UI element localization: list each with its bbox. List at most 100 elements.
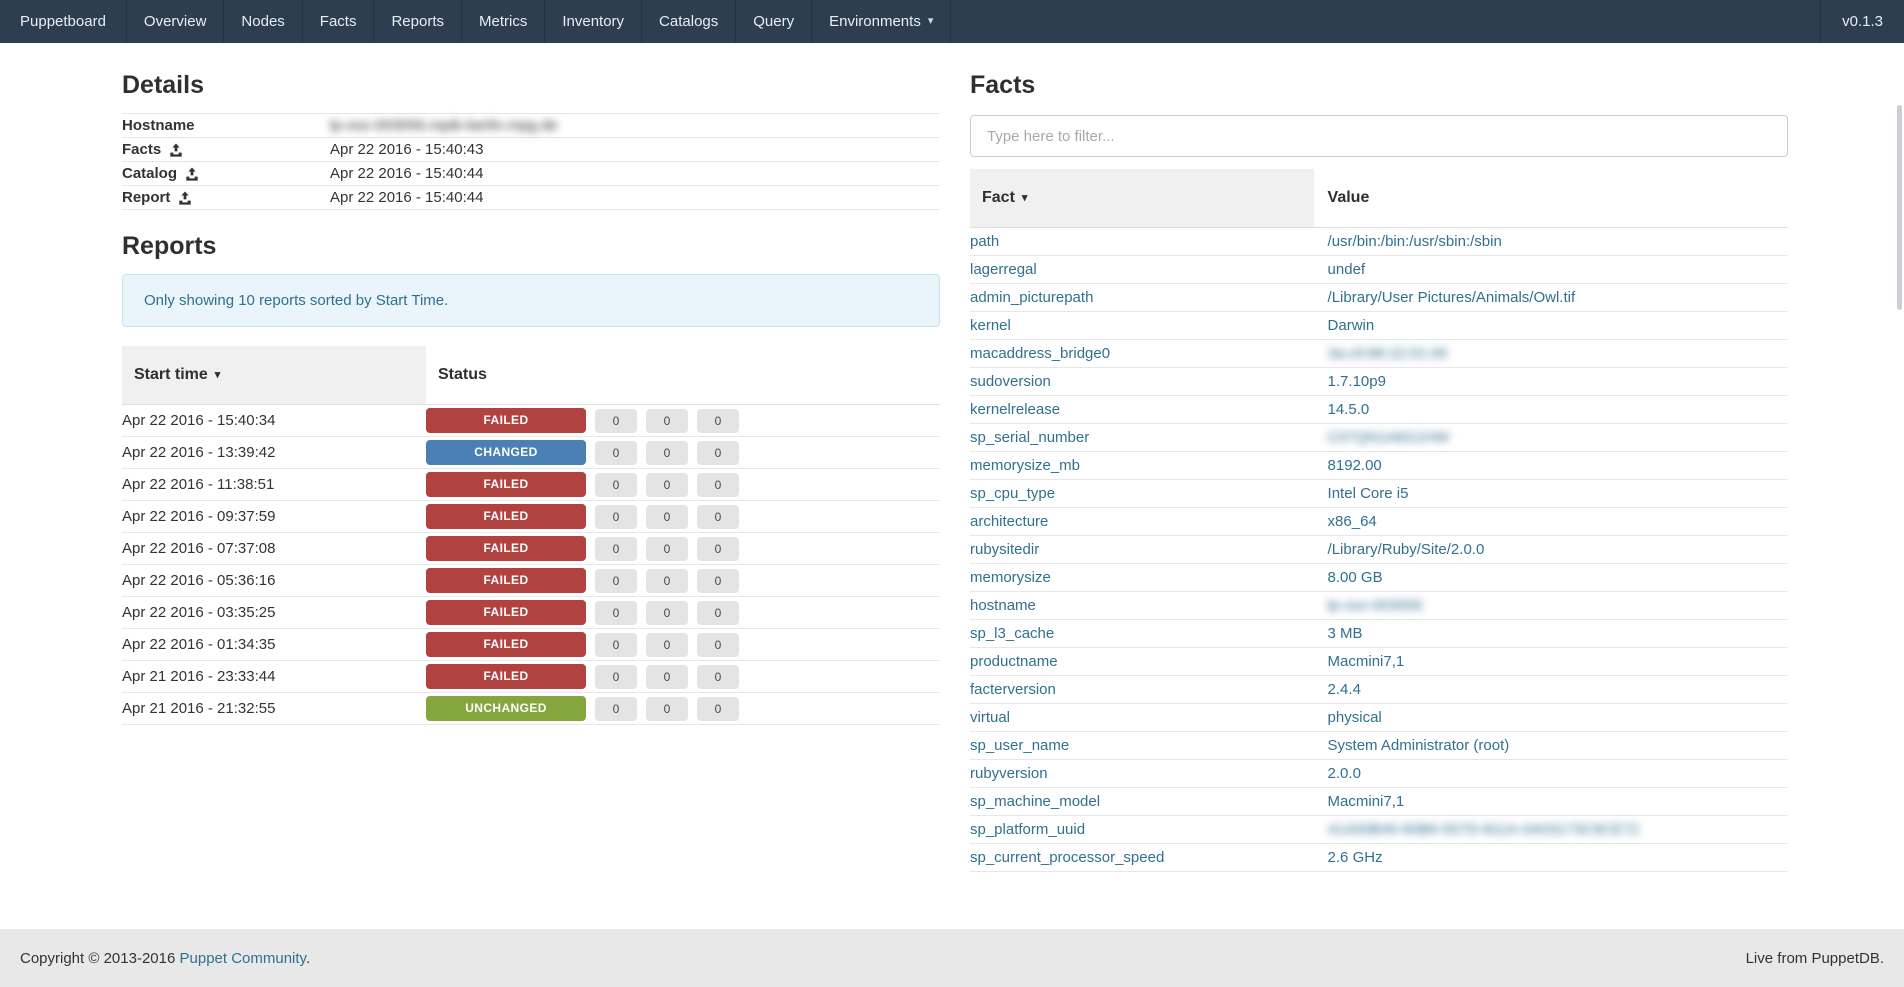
column-header-fact[interactable]: Fact▾ bbox=[970, 169, 1314, 228]
scrollbar-thumb[interactable] bbox=[1897, 105, 1902, 310]
fact-name-link[interactable]: sp_machine_model bbox=[970, 793, 1100, 810]
metric-count-button[interactable]: 0 bbox=[646, 441, 688, 465]
metric-count-button[interactable]: 0 bbox=[697, 409, 739, 433]
fact-value-link[interactable]: C07QN1A6G1HW bbox=[1328, 429, 1450, 446]
metric-count-button[interactable]: 0 bbox=[646, 633, 688, 657]
fact-name-link[interactable]: sp_cpu_type bbox=[970, 485, 1055, 502]
upload-icon[interactable] bbox=[169, 143, 183, 157]
metric-count-button[interactable]: 0 bbox=[595, 409, 637, 433]
fact-value-link[interactable]: 2.0.0 bbox=[1328, 765, 1361, 782]
report-status-badge[interactable]: FAILED bbox=[426, 536, 586, 561]
upload-icon[interactable] bbox=[185, 167, 199, 181]
report-status-badge[interactable]: UNCHANGED bbox=[426, 696, 586, 721]
nav-item-reports[interactable]: Reports bbox=[374, 0, 462, 43]
fact-name-link[interactable]: admin_picturepath bbox=[970, 289, 1093, 306]
puppet-community-link[interactable]: Puppet Community bbox=[180, 950, 306, 967]
metric-count-button[interactable]: 0 bbox=[595, 441, 637, 465]
fact-name-link[interactable]: rubyversion bbox=[970, 765, 1048, 782]
nav-item-inventory[interactable]: Inventory bbox=[545, 0, 642, 43]
fact-value-link[interactable]: Intel Core i5 bbox=[1328, 485, 1409, 502]
facts-filter-input[interactable] bbox=[970, 115, 1788, 157]
metric-count-button[interactable]: 0 bbox=[697, 473, 739, 497]
report-status-badge[interactable]: FAILED bbox=[426, 568, 586, 593]
fact-name-link[interactable]: memorysize_mb bbox=[970, 457, 1080, 474]
fact-name-link[interactable]: path bbox=[970, 233, 999, 250]
fact-name-link[interactable]: sudoversion bbox=[970, 373, 1051, 390]
fact-name-link[interactable]: sp_user_name bbox=[970, 737, 1069, 754]
fact-name-link[interactable]: hostname bbox=[970, 597, 1036, 614]
fact-value-link[interactable]: Macmini7,1 bbox=[1328, 653, 1405, 670]
metric-count-button[interactable]: 0 bbox=[697, 601, 739, 625]
fact-name-link[interactable]: sp_l3_cache bbox=[970, 625, 1054, 642]
column-header-start-time[interactable]: Start time▾ bbox=[122, 346, 426, 405]
column-header-value[interactable]: Value bbox=[1314, 169, 1788, 228]
fact-name-link[interactable]: sp_platform_uuid bbox=[970, 821, 1085, 838]
report-status-badge[interactable]: FAILED bbox=[426, 600, 586, 625]
fact-name-link[interactable]: rubysitedir bbox=[970, 541, 1039, 558]
nav-item-query[interactable]: Query bbox=[736, 0, 812, 43]
fact-value-link[interactable]: 2.4.4 bbox=[1328, 681, 1361, 698]
fact-name-link[interactable]: macaddress_bridge0 bbox=[970, 345, 1110, 362]
report-status-badge[interactable]: FAILED bbox=[426, 504, 586, 529]
metric-count-button[interactable]: 0 bbox=[697, 633, 739, 657]
metric-count-button[interactable]: 0 bbox=[697, 537, 739, 561]
metric-count-button[interactable]: 0 bbox=[595, 505, 637, 529]
fact-value-link[interactable]: /Library/Ruby/Site/2.0.0 bbox=[1328, 541, 1485, 558]
nav-item-overview[interactable]: Overview bbox=[127, 0, 225, 43]
fact-value-link[interactable]: Darwin bbox=[1328, 317, 1375, 334]
fact-name-link[interactable]: kernel bbox=[970, 317, 1011, 334]
report-status-badge[interactable]: FAILED bbox=[426, 472, 586, 497]
fact-value-link[interactable]: System Administrator (root) bbox=[1328, 737, 1510, 754]
nav-item-facts[interactable]: Facts bbox=[303, 0, 375, 43]
metric-count-button[interactable]: 0 bbox=[646, 697, 688, 721]
metric-count-button[interactable]: 0 bbox=[646, 537, 688, 561]
fact-name-link[interactable]: virtual bbox=[970, 709, 1010, 726]
metric-count-button[interactable]: 0 bbox=[646, 409, 688, 433]
metric-count-button[interactable]: 0 bbox=[697, 505, 739, 529]
fact-value-link[interactable]: 41A00B40-60B6-557D-811A-0A03173C9CE72 bbox=[1328, 821, 1640, 838]
upload-icon[interactable] bbox=[178, 191, 192, 205]
fact-value-link[interactable]: Macmini7,1 bbox=[1328, 793, 1405, 810]
nav-item-catalogs[interactable]: Catalogs bbox=[642, 0, 736, 43]
report-status-badge[interactable]: CHANGED bbox=[426, 440, 586, 465]
fact-name-link[interactable]: sp_serial_number bbox=[970, 429, 1089, 446]
metric-count-button[interactable]: 0 bbox=[646, 665, 688, 689]
nav-item-metrics[interactable]: Metrics bbox=[462, 0, 545, 43]
navbar-brand[interactable]: Puppetboard bbox=[0, 0, 127, 43]
fact-value-link[interactable]: 8192.00 bbox=[1328, 457, 1382, 474]
metric-count-button[interactable]: 0 bbox=[646, 601, 688, 625]
metric-count-button[interactable]: 0 bbox=[595, 473, 637, 497]
metric-count-button[interactable]: 0 bbox=[646, 473, 688, 497]
column-header-status[interactable]: Status bbox=[426, 346, 940, 405]
metric-count-button[interactable]: 0 bbox=[595, 665, 637, 689]
fact-value-link[interactable]: physical bbox=[1328, 709, 1382, 726]
fact-name-link[interactable]: facterversion bbox=[970, 681, 1056, 698]
report-status-badge[interactable]: FAILED bbox=[426, 632, 586, 657]
fact-value-link[interactable]: 3 MB bbox=[1328, 625, 1363, 642]
fact-value-link[interactable]: 8.00 GB bbox=[1328, 569, 1383, 586]
fact-value-link[interactable]: 14.5.0 bbox=[1328, 401, 1370, 418]
fact-value-link[interactable]: lp-osx-003056 bbox=[1328, 597, 1423, 614]
fact-name-link[interactable]: lagerregal bbox=[970, 261, 1037, 278]
fact-name-link[interactable]: sp_current_processor_speed bbox=[970, 849, 1164, 866]
metric-count-button[interactable]: 0 bbox=[595, 537, 637, 561]
fact-value-link[interactable]: 3a:c9:86:22:01:00 bbox=[1328, 345, 1448, 362]
fact-value-link[interactable]: /Library/User Pictures/Animals/Owl.tif bbox=[1328, 289, 1576, 306]
fact-value-link[interactable]: 2.6 GHz bbox=[1328, 849, 1383, 866]
fact-name-link[interactable]: productname bbox=[970, 653, 1058, 670]
metric-count-button[interactable]: 0 bbox=[595, 569, 637, 593]
fact-value-link[interactable]: 1.7.10p9 bbox=[1328, 373, 1386, 390]
nav-item-environments[interactable]: Environments▾ bbox=[812, 0, 951, 43]
metric-count-button[interactable]: 0 bbox=[595, 601, 637, 625]
report-status-badge[interactable]: FAILED bbox=[426, 664, 586, 689]
nav-item-nodes[interactable]: Nodes bbox=[224, 0, 302, 43]
metric-count-button[interactable]: 0 bbox=[646, 505, 688, 529]
fact-name-link[interactable]: memorysize bbox=[970, 569, 1051, 586]
metric-count-button[interactable]: 0 bbox=[697, 441, 739, 465]
fact-value-link[interactable]: undef bbox=[1328, 261, 1366, 278]
fact-value-link[interactable]: /usr/bin:/bin:/usr/sbin:/sbin bbox=[1328, 233, 1502, 250]
metric-count-button[interactable]: 0 bbox=[697, 569, 739, 593]
fact-name-link[interactable]: architecture bbox=[970, 513, 1048, 530]
report-status-badge[interactable]: FAILED bbox=[426, 408, 586, 433]
fact-name-link[interactable]: kernelrelease bbox=[970, 401, 1060, 418]
